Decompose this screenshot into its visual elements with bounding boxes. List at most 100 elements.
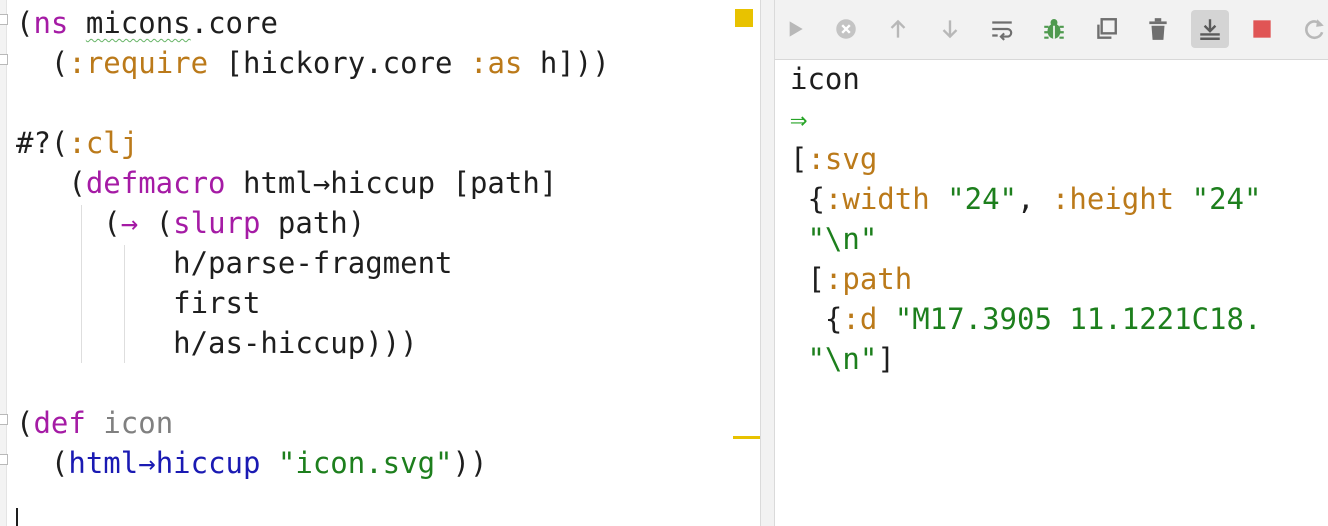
warning-stripe[interactable] bbox=[733, 436, 761, 439]
soft-wrap-icon bbox=[992, 21, 1013, 41]
output-line: icon bbox=[790, 59, 1261, 99]
code-token: icon bbox=[103, 406, 174, 440]
editor-code-text[interactable]: (ns micons.core (:require [hickory.core … bbox=[16, 3, 610, 483]
text-cursor bbox=[16, 508, 18, 526]
fold-marker[interactable] bbox=[0, 454, 8, 465]
code-token: h/as-hiccup))) bbox=[16, 326, 418, 360]
debug-bug-icon bbox=[1044, 19, 1064, 39]
code-token: html→hiccup bbox=[68, 446, 261, 480]
run-icon bbox=[789, 21, 803, 37]
code-token: "\n" bbox=[807, 222, 878, 256]
code-token: ( bbox=[138, 206, 174, 240]
code-token: , bbox=[1017, 182, 1052, 216]
code-token: ( bbox=[16, 46, 69, 80]
repl-output: icon ⇒ [:svg {:width "24", :height "24" "\… bbox=[790, 59, 1261, 379]
code-token: )) bbox=[452, 446, 488, 480]
code-token: :path bbox=[824, 262, 913, 296]
debug-bug-button[interactable] bbox=[1035, 10, 1073, 48]
fold-marker[interactable] bbox=[0, 414, 8, 425]
arrow-up-button[interactable] bbox=[879, 10, 917, 48]
code-token: "24" bbox=[947, 182, 1017, 216]
fold-marker[interactable] bbox=[0, 54, 8, 65]
code-token: :as bbox=[469, 46, 523, 80]
rerun-icon bbox=[1305, 19, 1324, 40]
stop-circle-icon bbox=[836, 19, 856, 39]
output-line: "\n" bbox=[790, 219, 1261, 259]
code-token: [ bbox=[790, 262, 825, 296]
soft-wrap-button[interactable] bbox=[983, 10, 1021, 48]
stop-square-button[interactable] bbox=[1243, 10, 1281, 48]
code-token: first bbox=[16, 286, 261, 320]
code-token: "\n" bbox=[807, 342, 878, 376]
code-token: "M17.3905 11.1221C18. bbox=[894, 302, 1262, 336]
code-token: ns bbox=[33, 6, 69, 40]
output-line: "\n"] bbox=[790, 339, 1261, 379]
code-token: path) bbox=[260, 206, 366, 240]
code-token: :clj bbox=[68, 126, 139, 160]
editor-line: first bbox=[16, 283, 610, 323]
stop-circle-button[interactable] bbox=[827, 10, 865, 48]
repl-toolbar bbox=[775, 0, 1328, 60]
code-token: def bbox=[33, 406, 86, 440]
code-token: :require bbox=[68, 46, 209, 80]
code-token: h])) bbox=[522, 46, 610, 80]
code-token: ( bbox=[16, 446, 69, 480]
code-token: ( bbox=[16, 406, 34, 440]
arrow-down-icon bbox=[942, 20, 958, 39]
output-line: [:svg bbox=[790, 139, 1261, 179]
code-token: slurp bbox=[173, 206, 261, 240]
editor-line: h/parse-fragment bbox=[16, 243, 610, 283]
arrow-up-icon bbox=[890, 19, 906, 38]
code-token: [hickory.core bbox=[208, 46, 470, 80]
code-token: ( bbox=[16, 6, 34, 40]
fold-marker[interactable] bbox=[0, 14, 8, 25]
code-token: "24" bbox=[1191, 182, 1262, 216]
code-token: #?( bbox=[16, 126, 69, 160]
warning-indicator[interactable] bbox=[735, 9, 753, 27]
code-token: :width bbox=[824, 182, 930, 216]
rerun-button[interactable] bbox=[1295, 10, 1328, 48]
code-editor[interactable]: (ns micons.core (:require [hickory.core … bbox=[0, 0, 761, 526]
code-token: .core bbox=[190, 6, 278, 40]
trash-button[interactable] bbox=[1139, 10, 1177, 48]
editor-line: (html→hiccup "icon.svg")) bbox=[16, 443, 610, 483]
code-token: :d bbox=[842, 302, 878, 336]
code-token: :height bbox=[1051, 182, 1175, 216]
code-token: ] bbox=[877, 342, 895, 376]
scroll-to-end-icon bbox=[1200, 19, 1220, 40]
repl-console[interactable]: icon ⇒ [:svg {:width "24", :height "24" "\… bbox=[775, 0, 1328, 526]
editor-line: (:require [hickory.core :as h])) bbox=[16, 43, 610, 83]
code-token: defmacro bbox=[85, 166, 226, 200]
editor-line: #?(:clj bbox=[16, 123, 610, 163]
code-token: :svg bbox=[807, 142, 878, 176]
scroll-to-end-button[interactable] bbox=[1191, 10, 1229, 48]
editor-line: (defmacro html→hiccup [path] bbox=[16, 163, 610, 203]
code-token: micons bbox=[85, 6, 191, 40]
run-button[interactable] bbox=[775, 10, 813, 48]
trash-icon bbox=[1149, 18, 1167, 40]
editor-line: (def icon bbox=[16, 403, 610, 443]
code-token: "icon.svg" bbox=[277, 446, 453, 480]
editor-line: h/as-hiccup))) bbox=[16, 323, 610, 363]
output-line: {:width "24", :height "24" bbox=[790, 179, 1261, 219]
code-token: icon bbox=[790, 62, 860, 96]
copy-button[interactable] bbox=[1087, 10, 1125, 48]
code-token: ( bbox=[16, 206, 121, 240]
code-token: { bbox=[790, 182, 825, 216]
arrow-down-button[interactable] bbox=[931, 10, 969, 48]
code-token: → bbox=[120, 206, 139, 240]
pane-splitter[interactable] bbox=[760, 0, 775, 526]
code-token: ⇒ bbox=[790, 102, 808, 136]
editor-line: (ns micons.core bbox=[16, 3, 610, 43]
editor-gutter bbox=[0, 0, 7, 526]
code-token: [ bbox=[790, 142, 808, 176]
output-line: [:path bbox=[790, 259, 1261, 299]
